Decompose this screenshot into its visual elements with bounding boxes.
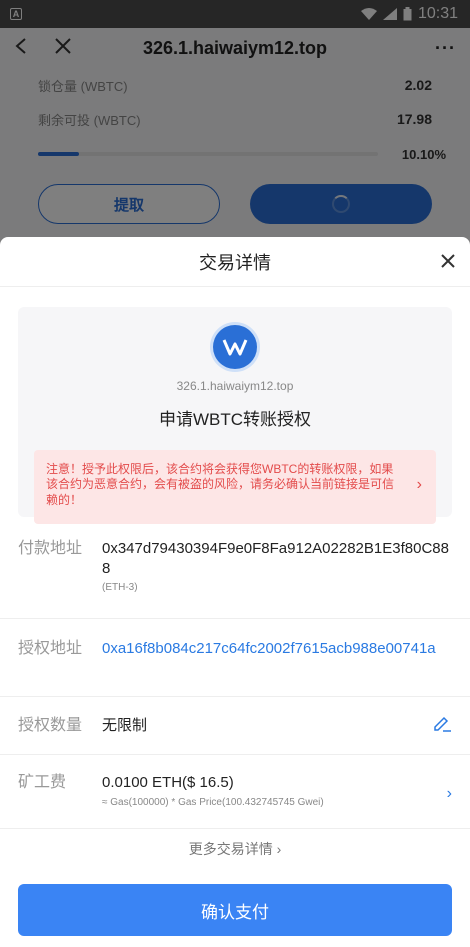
chevron-right-icon: › (446, 785, 452, 802)
edit-icon[interactable] (432, 714, 452, 737)
dapp-card: 326.1.haiwaiym12.top 申请WBTC转账授权 注意！授予此权限… (18, 307, 452, 524)
close-icon[interactable] (440, 249, 456, 275)
more-details-link[interactable]: 更多交易详情 › (0, 839, 470, 863)
miner-fee-field[interactable]: 矿工费 0.0100 ETH($ 16.5) ≈ Gas(100000) * G… (0, 755, 470, 829)
dapp-domain: 326.1.haiwaiym12.top (176, 379, 294, 393)
authorized-amount-label: 授权数量 (18, 716, 83, 734)
warning-box[interactable]: 注意！授予此权限后，该合约将会获得您WBTC的转账权限，如果该合约为恶意合约，会… (34, 450, 436, 524)
payer-address-label: 付款地址 (18, 540, 83, 557)
authorized-address-field: 授权地址 0xa16f8b084c217c64fc2002f7615acb988… (0, 619, 470, 697)
confirm-payment-button[interactable]: 确认支付 (18, 884, 452, 936)
payer-address-value: 0x347d79430394F9e0F8Fa912A02282B1E3f80C8… (102, 540, 449, 577)
transaction-details-sheet: 交易详情 326.1.haiwaiym12.top 申请WBTC转账授权 注意！… (0, 237, 470, 947)
sheet-title: 交易详情 (199, 252, 271, 273)
warning-text: 注意！授予此权限后，该合约将会获得您WBTC的转账权限，如果该合约为恶意合约，会… (46, 462, 395, 507)
dapp-request-title: 申请WBTC转账授权 (158, 410, 312, 429)
authorized-address-label: 授权地址 (18, 640, 83, 657)
payer-address-field: 付款地址 0x347d79430394F9e0F8Fa912A02282B1E3… (0, 535, 470, 619)
payer-network: (ETH-3) (102, 582, 138, 593)
authorized-amount-field: 授权数量 无限制 (0, 697, 470, 755)
miner-fee-label: 矿工费 (18, 774, 67, 791)
miner-fee-value: 0.0100 ETH($ 16.5) (102, 774, 234, 791)
miner-fee-formula: ≈ Gas(100000) * Gas Price(100.432745745 … (102, 796, 324, 808)
sheet-header: 交易详情 (0, 237, 470, 287)
authorized-address-value[interactable]: 0xa16f8b084c217c64fc2002f7615acb988e0074… (102, 639, 452, 659)
authorized-amount-value: 无限制 (102, 716, 148, 734)
dapp-logo-icon (213, 325, 257, 369)
chevron-right-icon: › (416, 476, 422, 493)
